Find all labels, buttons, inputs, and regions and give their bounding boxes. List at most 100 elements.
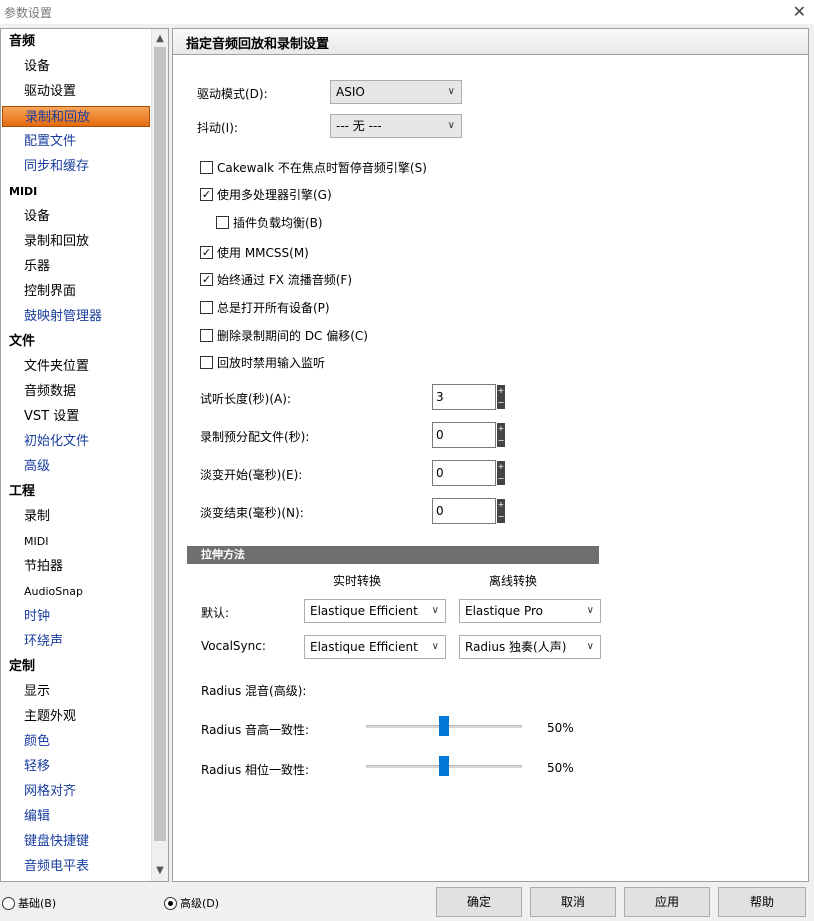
chevron-down-icon: ∨ (431, 641, 439, 652)
checkbox-checked-icon[interactable]: ✓ (200, 246, 213, 259)
sidebar-item[interactable]: 控制界面 (1, 279, 151, 304)
sidebar-item[interactable]: 主题外观 (1, 704, 151, 729)
vocalsync-realtime-value: Elastique Efficient (310, 640, 418, 654)
sidebar-scrollbar[interactable]: ▲ ▼ (151, 29, 168, 881)
checkbox-unchecked-icon[interactable] (216, 216, 229, 229)
sidebar-item[interactable]: 录制和回放 (1, 229, 151, 254)
basic-mode-label: 基础(B) (18, 897, 57, 910)
dither-select[interactable]: --- 无 --- ∨ (330, 114, 462, 138)
ok-button[interactable]: 确定 (436, 887, 522, 917)
chevron-down-icon: ∨ (447, 120, 455, 131)
minus-icon[interactable]: − (497, 397, 505, 409)
sidebar-item[interactable]: 同步和缓存 (1, 154, 151, 179)
radius-phase-slider-thumb[interactable] (439, 756, 449, 776)
scroll-up-arrow-icon[interactable]: ▲ (152, 31, 168, 47)
sidebar-item[interactable]: 初始化文件 (1, 429, 151, 454)
sidebar-item[interactable]: 环绕声 (1, 629, 151, 654)
checkbox-option[interactable]: ✓ 使用 MMCSS(M) (200, 244, 309, 261)
settings-panel: 指定音频回放和录制设置 驱动模式(D): ASIO ∨ 抖动(I): --- 无… (172, 28, 809, 882)
sidebar-item[interactable]: 编辑 (1, 804, 151, 829)
scroll-thumb[interactable] (154, 47, 166, 841)
vocalsync-offline-select[interactable]: Radius 独奏(人声) ∨ (459, 635, 601, 659)
sidebar-item[interactable]: 设备 (1, 54, 151, 79)
sidebar-item[interactable]: 录制和回放 (2, 106, 150, 127)
dialog-footer: 基础(B) 高级(D) 确定 取消 应用 帮助 (0, 884, 814, 921)
checkbox-unchecked-icon[interactable] (200, 301, 213, 314)
checkbox-option[interactable]: Cakewalk 不在焦点时暂停音频引擎(S) (200, 159, 427, 176)
sidebar-item[interactable]: 音频数据 (1, 379, 151, 404)
sidebar-item[interactable]: 高级 (1, 454, 151, 479)
sidebar-item[interactable]: 轻移 (1, 754, 151, 779)
radio-dot (2, 896, 15, 910)
sidebar-item[interactable]: 键盘快捷键 (1, 829, 151, 854)
checkbox-option[interactable]: 回放时禁用输入监听 (200, 354, 325, 371)
radius-pitch-label: Radius 音高一致性: (201, 723, 310, 737)
checkbox-unchecked-icon[interactable] (200, 356, 213, 369)
driver-mode-select[interactable]: ASIO ∨ (330, 80, 462, 104)
sidebar-section-header: MIDI (9, 185, 38, 198)
plus-icon[interactable]: + (497, 385, 505, 397)
sidebar-item[interactable]: AudioSnap (1, 579, 151, 604)
apply-button[interactable]: 应用 (624, 887, 710, 917)
driver-mode-label: 驱动模式(D): (197, 87, 268, 101)
minus-icon[interactable]: − (497, 511, 505, 523)
checkbox-option[interactable]: ✓ 使用多处理器引擎(G) (200, 186, 332, 203)
sidebar-item[interactable]: VST 设置 (1, 404, 151, 429)
sidebar-item[interactable]: 设备 (1, 204, 151, 229)
checkbox-label: 使用 MMCSS(M) (217, 246, 309, 260)
spinner-input[interactable] (432, 460, 496, 486)
minus-icon[interactable]: − (497, 435, 505, 447)
close-icon[interactable]: ✕ (793, 2, 806, 21)
panel-title: 指定音频回放和录制设置 (186, 37, 330, 52)
plus-icon[interactable]: + (497, 423, 505, 435)
sidebar-item[interactable]: MIDI (1, 529, 151, 554)
default-realtime-value: Elastique Efficient (310, 604, 418, 618)
sidebar-item[interactable]: 音频电平表 (1, 854, 151, 879)
basic-mode-radio[interactable]: 基础(B) (2, 895, 56, 911)
spinner-buttons: + − (497, 499, 505, 523)
sidebar-item[interactable]: 文件夹位置 (1, 354, 151, 379)
chevron-down-icon: ∨ (586, 605, 594, 616)
realtime-column-header: 实时转换 (333, 574, 382, 588)
sidebar-item[interactable]: 颜色 (1, 729, 151, 754)
checkbox-checked-icon[interactable]: ✓ (200, 273, 213, 286)
spinner-input[interactable] (432, 498, 496, 524)
minus-icon[interactable]: − (497, 473, 505, 485)
sidebar-item[interactable]: 录制 (1, 504, 151, 529)
advanced-mode-radio[interactable]: 高级(D) (164, 895, 219, 911)
stretch-section-header: 拉伸方法 (187, 546, 599, 564)
checkbox-option[interactable]: 总是打开所有设备(P) (200, 299, 330, 316)
sidebar-item[interactable]: 驱动设置 (1, 79, 151, 104)
scroll-down-arrow-icon[interactable]: ▼ (152, 863, 168, 879)
spinner-label: 淡变结束(毫秒)(N): (200, 506, 304, 520)
default-realtime-select[interactable]: Elastique Efficient ∨ (304, 599, 446, 623)
sidebar-item[interactable]: 显示 (1, 679, 151, 704)
help-button[interactable]: 帮助 (718, 887, 806, 917)
chevron-down-icon: ∨ (431, 605, 439, 616)
radius-pitch-slider-thumb[interactable] (439, 716, 449, 736)
spinner-input[interactable] (432, 384, 496, 410)
radius-pitch-value: 50% (547, 721, 574, 735)
sidebar-item[interactable]: 配置文件 (1, 129, 151, 154)
spinner-buttons: + − (497, 423, 505, 447)
checkbox-unchecked-icon[interactable] (200, 329, 213, 342)
plus-icon[interactable]: + (497, 461, 505, 473)
sidebar-item[interactable]: 乐器 (1, 254, 151, 279)
checkbox-option[interactable]: ✓ 始终通过 FX 流播音频(F) (200, 271, 352, 288)
checkbox-label: 删除录制期间的 DC 偏移(C) (217, 329, 368, 343)
checkbox-option[interactable]: 删除录制期间的 DC 偏移(C) (200, 327, 368, 344)
sidebar-section-header: 文件 (9, 334, 36, 349)
checkbox-option[interactable]: 插件负载均衡(B) (216, 214, 323, 231)
cancel-button[interactable]: 取消 (530, 887, 616, 917)
default-offline-select[interactable]: Elastique Pro ∨ (459, 599, 601, 623)
sidebar-item[interactable]: 网格对齐 (1, 779, 151, 804)
checkbox-label: Cakewalk 不在焦点时暂停音频引擎(S) (217, 161, 427, 175)
spinner-input[interactable] (432, 422, 496, 448)
checkbox-unchecked-icon[interactable] (200, 161, 213, 174)
sidebar-item[interactable]: 节拍器 (1, 554, 151, 579)
sidebar-item[interactable]: 鼓映射管理器 (1, 304, 151, 329)
sidebar-item[interactable]: 时钟 (1, 604, 151, 629)
plus-icon[interactable]: + (497, 499, 505, 511)
checkbox-checked-icon[interactable]: ✓ (200, 188, 213, 201)
vocalsync-realtime-select[interactable]: Elastique Efficient ∨ (304, 635, 446, 659)
